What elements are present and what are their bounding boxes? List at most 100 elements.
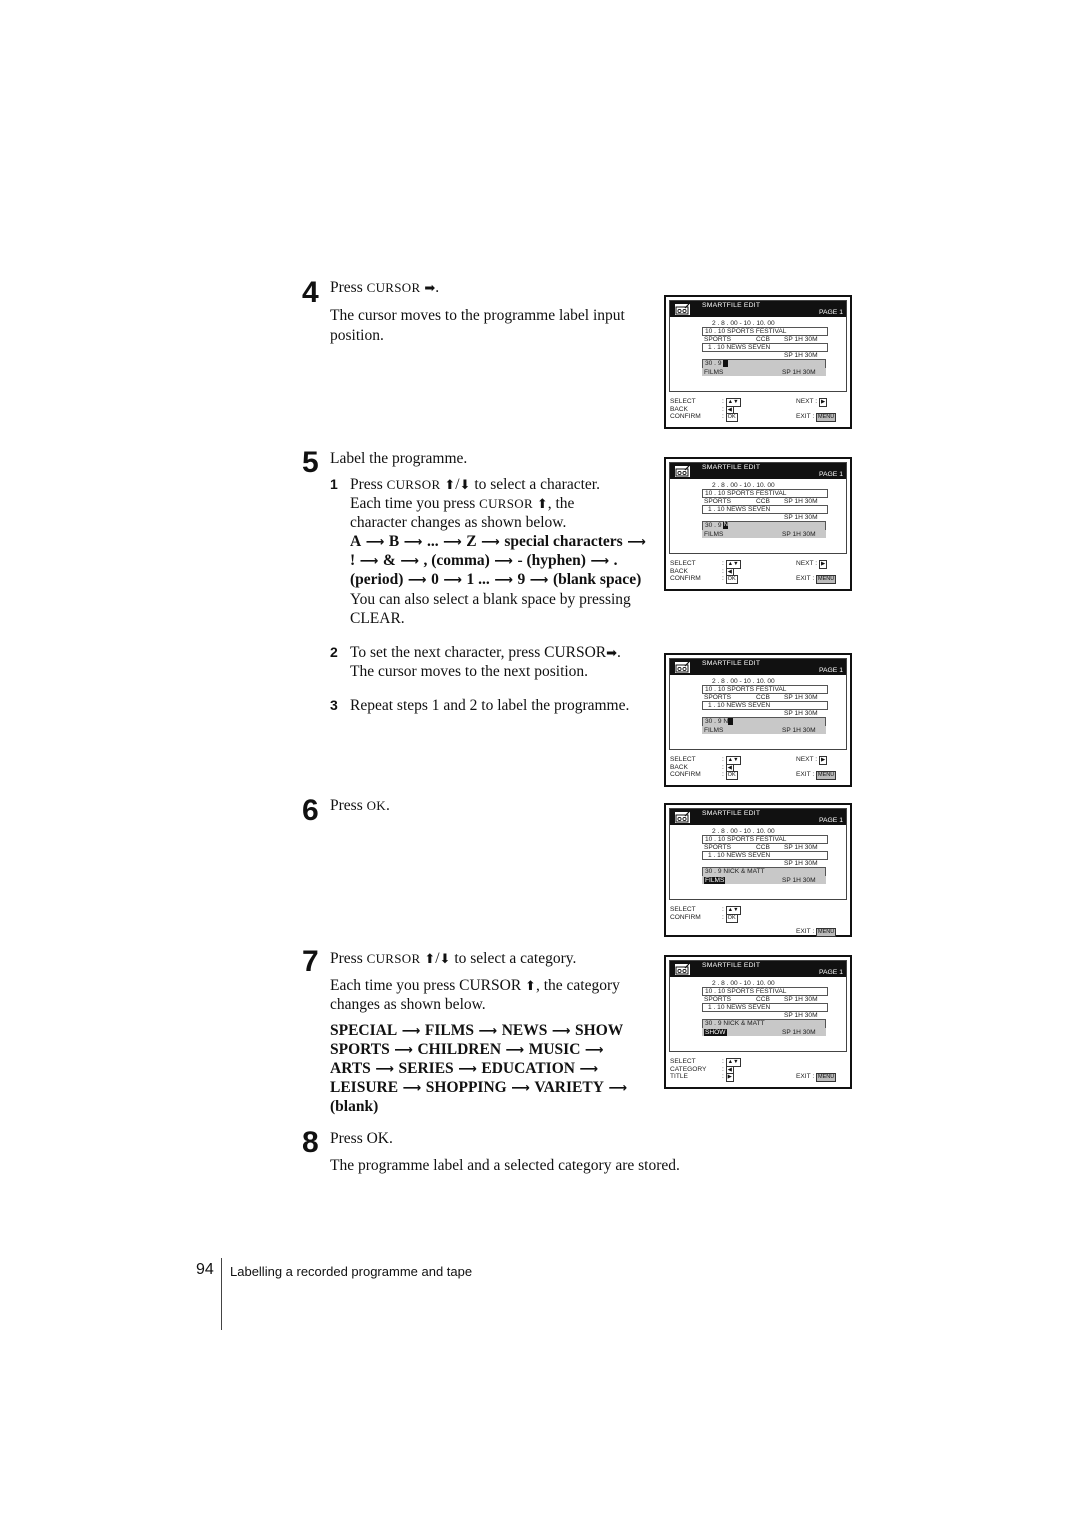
chain-arrow-icon: ⟶ (389, 1043, 418, 1058)
text: Each time you press CURSOR (330, 977, 526, 994)
category-chain-line-5: (blank) (330, 1097, 378, 1116)
smartfile-logo-icon (674, 811, 691, 824)
help-label: EXIT : (796, 413, 815, 420)
help-label: TITLE (670, 1073, 688, 1081)
arrow-down-icon: ⬇ (439, 952, 451, 967)
text: Press (330, 797, 367, 814)
help-label: BACK (670, 405, 688, 413)
chain-item: B (388, 533, 400, 550)
remote-key-icon: OK (725, 771, 738, 781)
category-selector[interactable]: SHOW (704, 1029, 727, 1036)
text: Each time you press (350, 495, 480, 512)
step-4-instruction: Press CURSOR ➡. (330, 278, 439, 298)
arrow-right-key-icon: ▶ (818, 756, 828, 765)
arrow-right-icon: ➡ (606, 646, 618, 661)
duration-text: SP 1H 30M (784, 498, 818, 505)
help-label: NEXT : (796, 560, 818, 567)
chain-arrow-icon: ⟶ (453, 1062, 482, 1077)
duration-text: SP 1H 30M (784, 1012, 818, 1019)
cursor-key-label: CURSOR (366, 280, 421, 295)
screen-title: SMARTFILE EDIT (702, 962, 761, 969)
substep-1-line-1: Press CURSOR ⬆/⬇ to select a character. (350, 476, 600, 493)
category-selector[interactable]: FILMS (704, 727, 723, 734)
duration-text: SP 1H 30M (784, 514, 818, 521)
chain-item: A (350, 533, 362, 550)
substep-number-1: 1 (330, 476, 338, 492)
arrow-up-icon: ⬆ (536, 497, 548, 512)
chain-arrow-icon: ⟶ (399, 535, 427, 550)
arrow-up-icon: ⬆ (424, 952, 436, 967)
step-7-line-2: Each time you press CURSOR ⬆, the catego… (330, 976, 620, 996)
substep-1-line-3: character changes as shown below. (350, 514, 567, 531)
screen-content-area: SMARTFILE EDIT PAGE 1 2 . 8 . 00 - 10 . 10… (669, 462, 847, 554)
remote-key-icon: ▶ (725, 1073, 734, 1083)
label-row: 30 . 9 N (705, 522, 729, 529)
date-time-row: 2 . 8 . 00 - 10 . 10. 00 (712, 678, 775, 685)
text-cursor (723, 360, 729, 367)
programme-title-row: 1 . 10 NEWS SEVEN (708, 702, 771, 709)
duration-text: SP 1H 30M (782, 531, 816, 538)
category-value: SHOW (704, 1029, 727, 1036)
category-chain-line-4: LEISURE ⟶ SHOPPING ⟶ VARIETY ⟶ (330, 1078, 627, 1098)
category-item: SERIES (398, 1060, 454, 1077)
label-text: NICK & MATT (723, 1020, 765, 1027)
smartfile-logo-icon (674, 661, 691, 674)
category-item: SHOPPING (425, 1079, 507, 1096)
text: to select a character. (470, 476, 600, 493)
step-7-line-1: Press CURSOR ⬆/⬇ to select a category. (330, 950, 577, 967)
exit-help: EXIT : MENU (796, 1073, 837, 1082)
category-chain-line-2: SPORTS ⟶ CHILDREN ⟶ MUSIC ⟶ (330, 1040, 604, 1060)
category-selector[interactable]: FILMS (704, 877, 726, 884)
date-time-row: 2 . 8 . 00 - 10 . 10. 00 (712, 482, 775, 489)
screen-content-area: SMARTFILE EDIT PAGE 1 2 . 8 . 00 - 10 . 10… (669, 960, 847, 1052)
help-label: NEXT : (796, 398, 818, 405)
channel-text: CCB (756, 498, 770, 505)
smartfile-logo-icon (674, 465, 691, 478)
chain-arrow-icon: ⟶ (398, 1081, 426, 1096)
step-4-body-line-2: position. (330, 327, 384, 344)
category-selector[interactable]: FILMS (704, 531, 723, 538)
step-4-body-line-1: The cursor moves to the programme label … (330, 307, 625, 324)
step-number-4: 4 (302, 276, 319, 309)
help-label: CONFIRM (670, 413, 701, 421)
page-indicator: PAGE 1 (818, 969, 843, 976)
screen-content-area: SMARTFILE EDIT PAGE 1 2 . 8 . 00 - 10 . 10… (669, 808, 847, 900)
duration-text: SP 1H 30M (784, 996, 818, 1003)
category-selector[interactable]: FILMS (704, 369, 723, 376)
substep-1-line-2: Each time you press CURSOR ⬆, the (350, 494, 574, 514)
help-label: BACK (670, 763, 688, 771)
category-text: SPORTS (704, 336, 731, 343)
duration-text: SP 1H 30M (784, 860, 818, 867)
chain-item: 1 ... (466, 571, 490, 588)
smartfile-edit-screen: SMARTFILE EDIT PAGE 1 2 . 8 . 00 - 10 . 10… (664, 653, 852, 787)
arrow-right-icon: ➡ (424, 281, 436, 296)
step-number-7: 7 (302, 945, 319, 978)
programme-title-row: 10 . 10 SPORTS FESTIVAL (705, 988, 787, 995)
substep-3-line-1: Repeat steps 1 and 2 to label the progra… (350, 697, 630, 714)
programme-title-row: 10 . 10 SPORTS FESTIVAL (705, 686, 787, 693)
help-label: SELECT (670, 398, 696, 405)
help-key: : OK (722, 771, 738, 781)
exit-help: EXIT : MENU (796, 928, 837, 937)
page-indicator: PAGE 1 (818, 471, 843, 478)
exit-help: EXIT : MENU (796, 575, 837, 584)
date-time-row: 2 . 8 . 00 - 10 . 10. 00 (712, 828, 775, 835)
section-title: Labelling a recorded programme and tape (230, 1264, 473, 1279)
screen-header: SMARTFILE EDIT PAGE 1 (670, 463, 846, 479)
next-help: NEXT : ▶ (796, 398, 828, 407)
category-item: NEWS (501, 1022, 548, 1039)
exit-help: EXIT : MENU (796, 413, 837, 422)
chain-item: Z (466, 533, 477, 550)
text: , the (547, 495, 575, 512)
label-row: 30 . 9 N (705, 718, 734, 725)
smartfile-logo-icon (674, 963, 691, 976)
category-item: (blank) (330, 1098, 379, 1115)
date-time-row: 2 . 8 . 00 - 10 . 10. 00 (712, 980, 775, 987)
screen-title: SMARTFILE EDIT (702, 660, 761, 667)
menu-key-icon: MENU (816, 575, 837, 584)
chain-arrow-icon: ⟶ (403, 573, 432, 588)
category-item: VARIETY (534, 1079, 604, 1096)
arrow-right-key-icon: ▶ (818, 398, 828, 407)
help-key: : OK (722, 913, 738, 923)
chain-item: 0 (431, 571, 439, 588)
